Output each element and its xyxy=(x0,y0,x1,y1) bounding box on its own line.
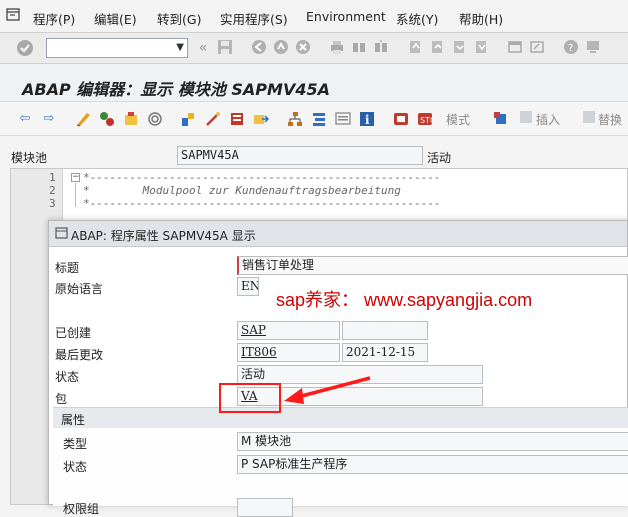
back-icon[interactable] xyxy=(250,39,268,57)
display-change-icon[interactable] xyxy=(74,110,92,128)
collapse-icon[interactable]: − xyxy=(71,173,80,182)
new-session-icon[interactable] xyxy=(506,39,524,57)
line-number: 3 xyxy=(49,197,56,210)
save-icon[interactable] xyxy=(216,39,234,57)
code-line[interactable]: *---------------------------------------… xyxy=(83,171,441,184)
attributes-header: 属性 xyxy=(53,408,628,428)
menu-help[interactable]: 帮助(H) xyxy=(459,9,503,28)
find-next-icon[interactable] xyxy=(372,39,390,57)
dialog-title-bar[interactable]: ABAP: 程序属性 SAPMV45A 显示 xyxy=(49,221,627,247)
menu-program[interactable]: 程序(P) xyxy=(33,9,75,28)
watermark-text: sap养家： www.sapyangjia.com xyxy=(276,290,533,310)
menu-system[interactable]: 系统(Y) xyxy=(396,9,438,28)
menu-environment[interactable]: Environment xyxy=(306,9,386,24)
menu-goto[interactable]: 转到(G) xyxy=(157,9,201,28)
package-label: 包 xyxy=(55,392,68,406)
window-icon xyxy=(55,227,68,240)
original-language-label: 原始语言 xyxy=(55,282,104,296)
find-icon[interactable] xyxy=(350,39,368,57)
replace-button[interactable]: 替换 xyxy=(598,111,622,128)
navigation-window-icon[interactable] xyxy=(252,110,270,128)
svg-text:i: i xyxy=(365,113,370,127)
menu-icon[interactable] xyxy=(6,8,20,22)
page-title: ABAP 编辑器：显示 模块池 SAPMV45A xyxy=(22,80,330,99)
where-used-icon[interactable] xyxy=(204,110,222,128)
status-label: 状态 xyxy=(55,370,80,384)
module-pool-row: 模块池 SAPMV45A 活动 xyxy=(0,136,628,168)
pretty-printer-icon[interactable] xyxy=(310,110,328,128)
svg-text:?: ? xyxy=(568,43,573,54)
menu-edit[interactable]: 编辑(E) xyxy=(94,9,137,28)
activate-icon[interactable] xyxy=(146,110,164,128)
test-icon[interactable] xyxy=(180,110,198,128)
hierarchy-icon[interactable] xyxy=(286,110,304,128)
program-status-field[interactable]: P SAP标准生产程序 xyxy=(237,455,628,474)
arrow-right-icon[interactable]: ⇨ xyxy=(40,110,58,128)
check-icon[interactable] xyxy=(122,110,140,128)
annotation-arrow xyxy=(284,376,371,404)
insert-block-icon[interactable] xyxy=(492,110,510,128)
original-language-field[interactable]: EN xyxy=(237,277,259,296)
svg-text:STOP: STOP xyxy=(420,116,434,125)
created-date-field[interactable] xyxy=(342,321,428,340)
customize-layout-icon[interactable] xyxy=(584,39,602,57)
changed-by-field[interactable]: IT806 xyxy=(237,343,340,362)
menu-bar: 程序(P) 编辑(E) 转到(G) 实用程序(S) Environment 系统… xyxy=(0,0,628,33)
highlight-box xyxy=(219,383,281,413)
line-number: 1 xyxy=(49,171,56,184)
dialog-title: ABAP: 程序属性 SAPMV45A 显示 xyxy=(71,229,256,243)
attributes-header-label: 属性 xyxy=(61,413,86,427)
fold-line xyxy=(75,183,76,207)
module-pool-field[interactable]: SAPMV45A xyxy=(177,146,423,165)
replace-icon[interactable] xyxy=(580,110,598,128)
command-field[interactable]: ▼ xyxy=(46,38,188,58)
shortcut-icon[interactable] xyxy=(528,39,546,57)
type-field[interactable]: M 模块池 xyxy=(237,432,628,451)
next-page-icon[interactable] xyxy=(450,39,468,57)
code-line[interactable]: *---------------------------------------… xyxy=(83,197,441,210)
object-list-icon[interactable] xyxy=(228,110,246,128)
sql-trace-icon[interactable] xyxy=(392,110,410,128)
line-number: 2 xyxy=(49,184,56,197)
first-page-icon[interactable] xyxy=(406,39,424,57)
last-changed-label: 最后更改 xyxy=(55,348,104,362)
previous-page-icon[interactable] xyxy=(428,39,446,57)
chevron-left-icon: « xyxy=(198,40,208,56)
authorization-group-label: 权限组 xyxy=(63,502,100,516)
help-icon[interactable]: ? xyxy=(562,39,580,57)
module-pool-label: 模块池 xyxy=(11,151,48,165)
insert-button[interactable]: 插入 xyxy=(536,111,560,128)
insert-icon[interactable] xyxy=(517,110,535,128)
screen-title-bar: ABAP 编辑器：显示 模块池 SAPMV45A xyxy=(0,64,628,102)
title-label: 标题 xyxy=(55,261,80,275)
program-attributes-dialog: ABAP: 程序属性 SAPMV45A 显示 标题 销售订单处理 原始语言 EN… xyxy=(48,220,628,517)
system-toolbar: ▼ « ? xyxy=(0,33,628,64)
print-icon[interactable] xyxy=(328,39,346,57)
info-icon[interactable]: i xyxy=(358,110,376,128)
exit-icon[interactable] xyxy=(272,39,290,57)
last-page-icon[interactable] xyxy=(472,39,490,57)
cancel-icon[interactable] xyxy=(294,39,312,57)
enter-icon[interactable] xyxy=(16,39,34,57)
active-inactive-icon[interactable] xyxy=(98,110,116,128)
attributes-group: 属性 类型 M 模块池 状态 P SAP标准生产程序 权限组 xyxy=(53,407,628,517)
title-field[interactable]: 销售订单处理 xyxy=(237,256,628,275)
created-label: 已创建 xyxy=(55,326,92,340)
changed-date-field[interactable]: 2021-12-15 xyxy=(342,343,428,362)
application-toolbar: ⇦ ⇨ i STOP 模式 插入 替换 xyxy=(0,102,628,136)
code-line[interactable]: * Modulpool zur Kundenauftragsbearbeitun… xyxy=(83,184,401,197)
breakpoint-icon[interactable]: STOP xyxy=(416,110,441,128)
chevron-down-icon[interactable]: ▼ xyxy=(176,39,184,57)
created-by-field[interactable]: SAP xyxy=(237,321,340,340)
module-pool-status: 活动 xyxy=(427,151,452,165)
program-status-label: 状态 xyxy=(63,460,88,474)
arrow-left-icon[interactable]: ⇦ xyxy=(16,110,34,128)
display-object-icon[interactable] xyxy=(334,110,352,128)
type-label: 类型 xyxy=(63,437,88,451)
authorization-group-field[interactable] xyxy=(237,498,293,517)
menu-utilities[interactable]: 实用程序(S) xyxy=(220,9,288,28)
pattern-button[interactable]: 模式 xyxy=(446,111,470,128)
